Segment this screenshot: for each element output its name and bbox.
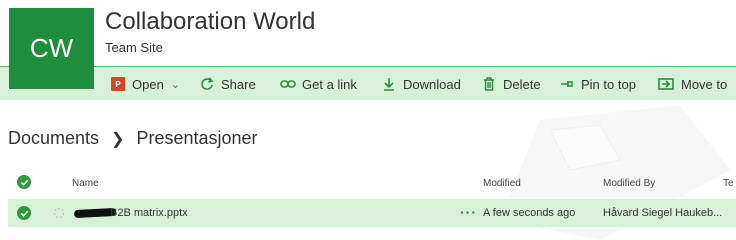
chevron-down-icon: ⌄ [170, 78, 181, 91]
link-icon [280, 76, 296, 92]
get-link-button[interactable]: Get a link [280, 67, 357, 101]
pin-icon [559, 76, 575, 92]
breadcrumb-documents[interactable]: Documents [8, 128, 99, 149]
site-title[interactable]: Collaboration World [105, 8, 315, 36]
column-header-modified-by[interactable]: Modified By [603, 178, 655, 189]
download-label: Download [403, 76, 461, 92]
pin-to-top-label: Pin to top [581, 76, 636, 92]
move-to-button[interactable]: Move to [657, 67, 727, 101]
site-logo[interactable]: CW [9, 8, 94, 89]
checkmark-icon [20, 179, 28, 186]
row-checkbox[interactable] [17, 206, 31, 220]
move-icon [657, 76, 675, 92]
delete-label: Delete [503, 76, 541, 92]
share-icon [199, 76, 215, 92]
download-icon [381, 76, 397, 92]
pin-to-top-button[interactable]: Pin to top [559, 67, 636, 101]
loading-spinner-icon [53, 207, 65, 219]
select-all-checkbox[interactable] [17, 175, 31, 189]
site-subtitle[interactable]: Team Site [105, 40, 163, 55]
column-header-extra[interactable]: Te [723, 178, 734, 189]
chevron-right-icon: ❯ [111, 130, 125, 148]
file-modified: A few seconds ago [483, 207, 576, 219]
trash-icon [481, 76, 497, 92]
table-row[interactable]: B2B matrix.pptx ··· A few seconds ago Hå… [8, 199, 736, 227]
site-header: CW Collaboration World Team Site [0, 0, 736, 89]
column-header-modified[interactable]: Modified [483, 178, 521, 189]
breadcrumb: Documents ❯ Presentasjoner [8, 128, 258, 149]
share-button[interactable]: Share [199, 67, 256, 101]
more-options-icon[interactable]: ··· [460, 204, 477, 220]
delete-button[interactable]: Delete [481, 67, 541, 101]
list-header: Name Modified Modified By Te [0, 172, 736, 196]
share-label: Share [221, 76, 256, 92]
powerpoint-icon: P [110, 76, 126, 92]
open-label: Open [132, 76, 164, 92]
column-header-name[interactable]: Name [72, 178, 99, 189]
get-link-label: Get a link [302, 76, 357, 92]
open-button[interactable]: P Open ⌄ [110, 67, 180, 101]
download-button[interactable]: Download [381, 67, 461, 101]
checkmark-icon [20, 210, 28, 217]
file-modified-by[interactable]: Håvard Siegel Haukeb... [603, 207, 722, 219]
command-bar: P Open ⌄ Share Get a link Download Delet… [0, 66, 736, 100]
file-name-link[interactable]: B2B matrix.pptx [110, 207, 188, 219]
move-to-label: Move to [681, 76, 728, 92]
breadcrumb-presentasjoner[interactable]: Presentasjoner [136, 128, 257, 149]
